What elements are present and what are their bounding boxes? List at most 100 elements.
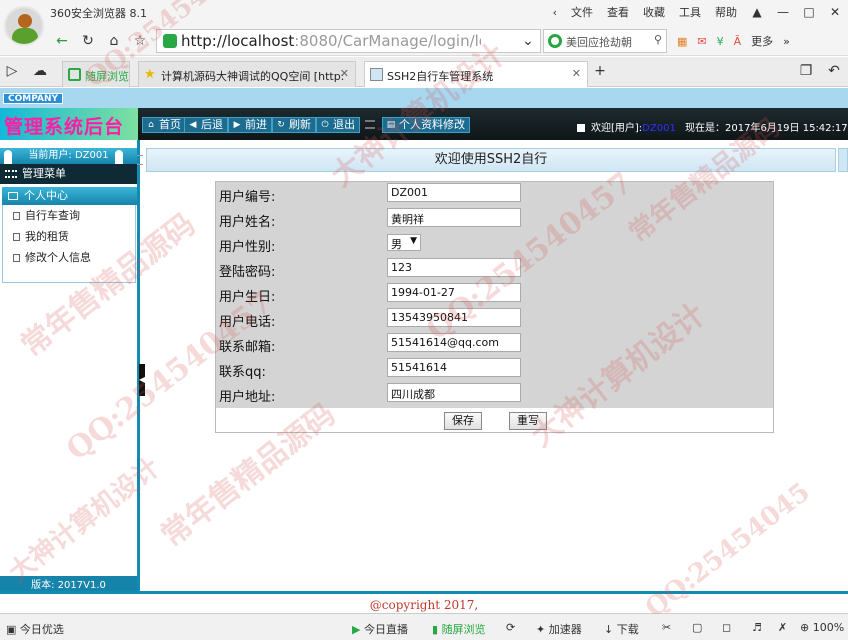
nav-refresh-button[interactable]: ↻ 刷新 <box>272 117 316 133</box>
money-icon[interactable]: ¥ <box>712 35 729 48</box>
translate-icon[interactable]: Ã <box>729 35 747 48</box>
status-live[interactable]: ▶ 今日直播 <box>352 621 408 637</box>
tab-list-icon[interactable]: ❐ <box>796 61 816 81</box>
refresh-circle-icon[interactable]: ⟳ <box>506 621 515 634</box>
mute-icon[interactable]: ✗ <box>778 621 787 634</box>
menu-help[interactable]: 帮助 <box>708 4 744 20</box>
status-download[interactable]: ↓ 下载 <box>604 621 639 637</box>
user-avatar[interactable] <box>4 6 44 46</box>
field-user-id: 用户编号: DZ001 <box>216 182 773 207</box>
page-title: 欢迎使用SSH2自行 <box>434 152 548 167</box>
search-input[interactable]: 美回应抢劫朝 ⚲ <box>543 29 667 53</box>
zoom-icon: ⊕ <box>800 621 810 634</box>
search-icon[interactable]: ⚲ <box>654 33 662 46</box>
company-logo: COMPANY <box>3 93 63 104</box>
close-tab-icon[interactable]: ✕ <box>340 67 349 80</box>
url-host: http://localhost <box>181 32 295 50</box>
double-chevron-icon[interactable]: » <box>778 35 795 48</box>
reload-icon[interactable]: ↻ <box>78 31 98 51</box>
status-accelerator[interactable]: ✦ 加速器 <box>536 621 582 637</box>
search-text: 美回应抢劫朝 <box>566 36 632 49</box>
email-input[interactable]: 51541614@qq.com <box>387 333 521 352</box>
star-icon[interactable]: ☆ <box>130 31 150 51</box>
title-menu: ‹ 文件 查看 收藏 工具 帮助 ▲ — □ ✕ <box>546 0 848 24</box>
shield-icon <box>163 34 177 48</box>
maximize-icon[interactable]: □ <box>796 5 822 19</box>
field-user-name: 用户姓名: 黄明祥 <box>216 207 773 232</box>
sidebar-menu-title[interactable]: 管理菜单 <box>0 164 137 184</box>
sidebar-item-my-rentals[interactable]: 我的租赁 <box>3 226 135 247</box>
sidebar-item-bike-search[interactable]: 自行车查询 <box>3 205 135 226</box>
cloud-icon[interactable]: ☁ <box>30 61 50 81</box>
profile-edit-button[interactable]: ▤ 个人资料修改 <box>382 117 470 133</box>
field-password: 登陆密码: 123 <box>216 257 773 282</box>
shield-icon[interactable]: ◻ <box>722 621 731 634</box>
app-title: 360安全浏览器 8.1 <box>50 7 147 20</box>
status-zoom[interactable]: ⊕ 100% <box>800 621 844 634</box>
close-tab-icon[interactable]: ✕ <box>572 67 581 80</box>
brand: 管理系统后台 <box>0 108 138 140</box>
sidebar-item-edit-profile[interactable]: 修改个人信息 <box>3 247 135 268</box>
brand-title: 管理系统后台 <box>4 116 125 138</box>
form-fields: 用户编号: DZ001 用户姓名: 黄明祥 用户性别: 男 ▼ 登陆密码: 12… <box>216 182 773 408</box>
split-screen-icon: ▮ <box>432 623 439 636</box>
chevron-down-icon: ▼ <box>410 236 417 246</box>
welcome-user: DZ001 <box>642 123 676 134</box>
profile-form: 用户编号: DZ001 用户姓名: 黄明祥 用户性别: 男 ▼ 登陆密码: 12… <box>215 181 774 433</box>
birthday-input[interactable]: 1994-01-27 <box>387 283 521 302</box>
speaker-icon[interactable]: ♬ <box>752 621 762 634</box>
mail-icon[interactable]: ✉ <box>692 35 711 48</box>
nav-forward-button[interactable]: ▶ 前进 <box>228 117 272 133</box>
qq-input[interactable]: 51541614 <box>387 358 521 377</box>
minimize-icon[interactable]: — <box>770 5 796 19</box>
page-icon <box>370 68 383 81</box>
main-scrollbar[interactable] <box>838 148 848 172</box>
folder-icon <box>8 192 18 200</box>
sidebar: 当前用户: DZ001 管理菜单 个人中心 自行车查询 我的租赁 修改个人信息 … <box>0 140 140 613</box>
field-birthday: 用户生日: 1994-01-27 <box>216 282 773 307</box>
phone-input[interactable]: 13543950841 <box>387 308 521 327</box>
back-arrow-icon[interactable]: ← <box>52 31 72 51</box>
apps-icon[interactable]: ▦ <box>672 35 692 48</box>
tab-ssh2[interactable]: SSH2自行车管理系统 ✕ <box>364 61 588 87</box>
user-name-input[interactable]: 黄明祥 <box>387 208 521 227</box>
chevron-down-icon[interactable]: ⌄ <box>518 31 538 51</box>
reset-button[interactable]: 重写 <box>509 412 547 430</box>
sidebar-section-personal[interactable]: 个人中心 <box>2 187 137 205</box>
site-header: 管理系统后台 ⌂ 首页 ◀ 后退 ▶ 前进 ↻ 刷新 ⏻ 退出 ▤ 个人资料修改 欢迎[用户… <box>0 108 848 140</box>
field-qq: 联系qq: 51541614 <box>216 357 773 382</box>
url-input[interactable]: http://localhost:8080/CarManage/login/lo… <box>156 29 541 53</box>
field-address: 用户地址: 四川成都 <box>216 382 773 407</box>
nav-back-button[interactable]: ◀ 后退 <box>184 117 228 133</box>
menu-file[interactable]: 文件 <box>564 4 600 20</box>
address-input[interactable]: 四川成都 <box>387 383 521 402</box>
sidebar-toggle-icon[interactable]: ▷ <box>2 61 22 81</box>
window-icon[interactable]: ▢ <box>692 621 702 634</box>
menu-favorites[interactable]: 收藏 <box>636 4 672 20</box>
status-split-screen[interactable]: ▮ 随屏浏览 <box>432 621 486 637</box>
addr-right-tools: ▦ ✉ ¥ Ã 更多 » <box>672 26 795 56</box>
save-button[interactable]: 保存 <box>444 412 482 430</box>
nav-logout-button[interactable]: ⏻ 退出 <box>316 117 360 133</box>
nav-home-button[interactable]: ⌂ 首页 <box>142 117 186 133</box>
shirt-icon[interactable]: ▲ <box>744 5 770 19</box>
tab-bar: ▷ ☁ 随屏浏览 ★ 计算机源码大神调试的QQ空间 [http: ✕ SSH2自… <box>0 57 848 87</box>
menu-view[interactable]: 查看 <box>600 4 636 20</box>
gender-select[interactable]: 男 ▼ <box>387 234 421 251</box>
close-icon[interactable]: ✕ <box>822 5 848 19</box>
home-icon[interactable]: ⌂ <box>104 31 124 51</box>
tab-split-screen[interactable]: 随屏浏览 <box>62 61 130 87</box>
menu-tools[interactable]: 工具 <box>672 4 708 20</box>
user-id-input[interactable]: DZ001 <box>387 183 521 202</box>
sidebar-collapse-handle[interactable]: ◀ <box>139 364 145 396</box>
status-daily-picks[interactable]: ▣ 今日优选 <box>6 621 64 637</box>
tab-qq-space[interactable]: ★ 计算机源码大神调试的QQ空间 [http: ✕ <box>138 61 356 87</box>
play-icon: ▶ <box>352 623 361 636</box>
chevron-left-icon[interactable]: ‹ <box>546 6 564 19</box>
more-button[interactable]: 更多 <box>746 33 778 49</box>
password-input[interactable]: 123 <box>387 258 521 277</box>
new-tab-icon[interactable]: + <box>590 61 610 81</box>
cut-icon[interactable]: ✂ <box>662 621 671 634</box>
undo-icon[interactable]: ↶ <box>824 61 844 81</box>
address-bar-row: ← ↻ ⌂ ☆ http://localhost:8080/CarManage/… <box>0 26 848 56</box>
